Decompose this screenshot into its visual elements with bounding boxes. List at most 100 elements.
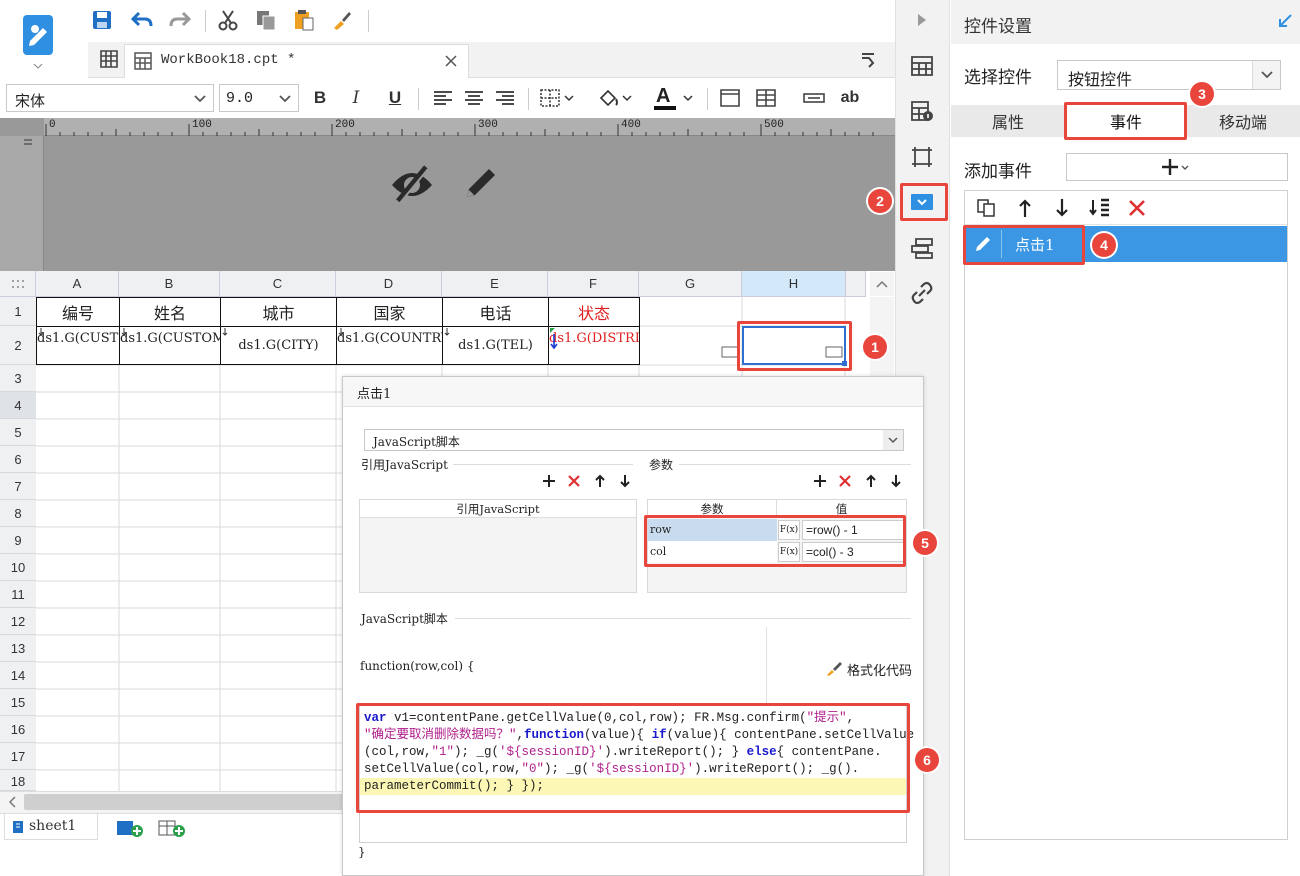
cut-icon[interactable] (214, 6, 242, 34)
param-up-icon[interactable] (865, 473, 877, 493)
script-type-select[interactable]: JavaScript脚本 (364, 429, 904, 451)
redo-icon[interactable] (166, 6, 194, 34)
grid-menu-icon[interactable] (96, 46, 122, 72)
tab-properties[interactable]: 属性 (951, 105, 1065, 137)
scroll-thumb[interactable] (24, 794, 344, 810)
row-header-17[interactable]: 17 (0, 743, 36, 770)
fill-color-icon[interactable] (594, 86, 636, 110)
dock-arrow-icon[interactable] (1274, 10, 1296, 32)
ref-js-down-icon[interactable] (619, 473, 631, 493)
add-event-button[interactable] (1066, 153, 1288, 181)
bold-button[interactable]: B (308, 86, 332, 110)
split-cell-icon[interactable] (752, 86, 780, 110)
font-size-select[interactable]: 9.0 (219, 84, 299, 112)
header-cell-country[interactable]: 国家 (336, 297, 443, 327)
text-ab-button[interactable]: ab (836, 86, 864, 110)
grid-corner[interactable] (0, 271, 36, 297)
data-cell-district[interactable]: ds1.G(DISTRICT) (548, 326, 640, 365)
add-dashboard-icon[interactable] (155, 816, 189, 838)
scroll-left-icon[interactable] (2, 792, 22, 812)
row-header-16[interactable]: 16 (0, 716, 36, 743)
delete-event-icon[interactable] (1124, 196, 1150, 220)
border-icon[interactable] (536, 86, 578, 110)
row-header-8[interactable]: 8 (0, 500, 36, 527)
row-header-3[interactable]: 3 (0, 365, 36, 392)
column-header-d[interactable]: D (336, 271, 442, 297)
move-down-icon[interactable] (1049, 196, 1075, 220)
data-cell-customername[interactable]: ds1.G(CUSTOMERNAM (119, 326, 221, 365)
underline-button[interactable]: U (383, 86, 407, 110)
edit-pencil-icon[interactable] (458, 160, 504, 206)
add-sheet-icon[interactable] (113, 816, 147, 838)
paste-icon[interactable] (290, 6, 318, 34)
row-header-15[interactable]: 15 (0, 689, 36, 716)
collapse-arrow-icon[interactable] (912, 10, 932, 30)
column-header-g[interactable]: G (639, 271, 742, 297)
align-center-icon[interactable] (461, 86, 487, 110)
header-cell-city[interactable]: 城市 (220, 297, 337, 327)
format-brush-icon[interactable] (328, 6, 356, 34)
row-header-10[interactable]: 10 (0, 554, 36, 581)
scroll-up-icon[interactable] (870, 272, 894, 296)
condition-attribute-icon[interactable] (908, 234, 936, 262)
column-header-b[interactable]: B (119, 271, 220, 297)
save-icon[interactable] (88, 6, 116, 34)
hyperlink-icon[interactable] (908, 279, 936, 307)
cell-widget-icon[interactable] (800, 86, 828, 110)
close-tab-icon[interactable] (441, 51, 461, 71)
row-header-4[interactable]: 4 (0, 392, 36, 419)
param-down-icon[interactable] (890, 473, 902, 493)
row-header-14[interactable]: 14 (0, 662, 36, 689)
row-header-13[interactable]: 13 (0, 635, 36, 662)
delete-param-icon[interactable] (838, 473, 852, 493)
header-cell-status[interactable]: 状态 (548, 297, 640, 327)
undo-icon[interactable] (128, 6, 156, 34)
data-cell-city[interactable]: ds1.G(CITY) (220, 326, 337, 365)
copy-icon[interactable] (252, 6, 280, 34)
hide-eye-icon[interactable] (386, 160, 438, 206)
font-name-select[interactable]: 宋体 (6, 84, 214, 112)
tab-menu-icon[interactable] (856, 48, 880, 72)
header-cell-name[interactable]: 姓名 (119, 297, 221, 327)
italic-button[interactable]: I (344, 86, 368, 110)
row-header-12[interactable]: 12 (0, 608, 36, 635)
row-header-11[interactable]: 11 (0, 581, 36, 608)
tab-mobile[interactable]: 移动端 (1186, 105, 1300, 137)
data-cell-customerid[interactable]: ds1.G(CUSTOMERI (36, 326, 120, 365)
cell-element-icon[interactable] (908, 97, 936, 125)
row-header-9[interactable]: 9 (0, 527, 36, 554)
data-cell-country[interactable]: ds1.G(COUNTRY) (336, 326, 443, 365)
move-bottom-icon[interactable] (1086, 196, 1114, 220)
row-header-18[interactable]: 18 (0, 770, 36, 791)
row-header-1[interactable]: 1 (0, 297, 36, 326)
column-header-c[interactable]: C (220, 271, 336, 297)
header-cell-phone[interactable]: 电话 (442, 297, 549, 327)
cell-attributes-icon[interactable] (908, 52, 936, 80)
column-header-a[interactable]: A (36, 271, 119, 297)
widget-type-select[interactable]: 按钮控件 (1057, 60, 1281, 90)
add-param-icon[interactable] (813, 473, 827, 493)
ref-js-up-icon[interactable] (594, 473, 606, 493)
column-header-h[interactable]: H (742, 271, 846, 297)
row-header-6[interactable]: 6 (0, 446, 36, 473)
sheet-tab[interactable]: sheet1 (4, 814, 98, 840)
delete-ref-js-icon[interactable] (567, 473, 581, 493)
font-color-icon[interactable]: A (650, 84, 696, 112)
row-header-2[interactable]: 2 (0, 326, 36, 365)
column-header-f[interactable]: F (548, 271, 639, 297)
add-ref-js-icon[interactable] (542, 473, 556, 493)
row-header-5[interactable]: 5 (0, 419, 36, 446)
copy-event-icon[interactable] (973, 196, 999, 220)
data-cell-tel[interactable]: ds1.G(TEL) (442, 326, 549, 365)
column-header-e[interactable]: E (442, 271, 548, 297)
align-right-icon[interactable] (492, 86, 518, 110)
move-up-icon[interactable] (1012, 196, 1038, 220)
align-left-icon[interactable] (430, 86, 456, 110)
app-logo-icon[interactable] (18, 10, 58, 72)
format-code-button[interactable]: 格式化代码 (825, 659, 912, 679)
header-cell-id[interactable]: 编号 (36, 297, 120, 327)
float-element-icon[interactable] (908, 143, 936, 171)
merge-cell-icon[interactable] (716, 86, 744, 110)
row-header-7[interactable]: 7 (0, 473, 36, 500)
document-tab[interactable]: WorkBook18.cpt * (124, 44, 469, 78)
